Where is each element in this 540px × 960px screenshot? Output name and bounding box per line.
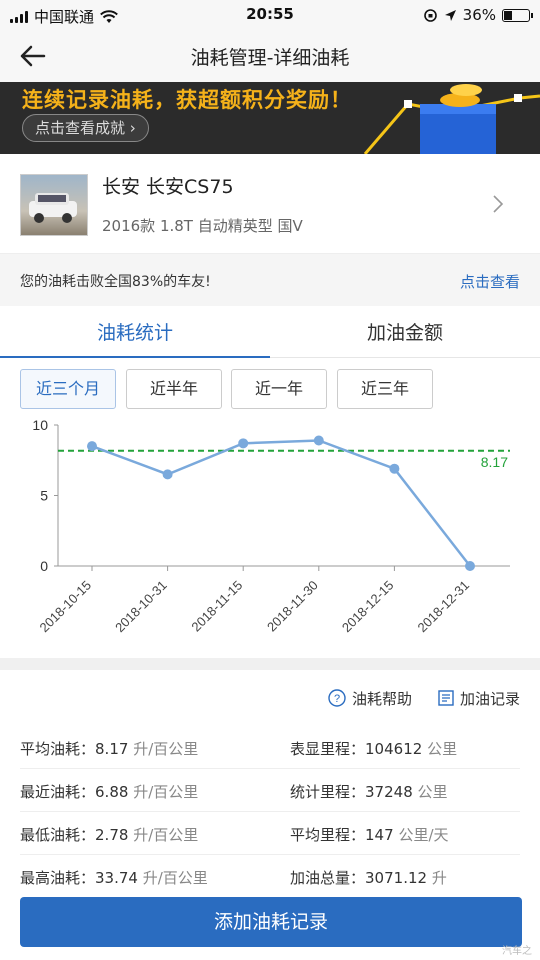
series-line <box>91 439 471 567</box>
y-tick-label: 10 <box>32 417 48 433</box>
status-bar: 中国联通 20:55 36% <box>0 0 540 30</box>
achievement-banner[interactable]: 连续记录油耗，获超额积分奖励！ 点击查看成就 › <box>0 82 540 154</box>
car-spec: 2016款 1.8T 自动精英型 国V <box>102 217 303 235</box>
tab-fuel-stats[interactable]: 油耗统计 <box>0 318 270 345</box>
section-divider <box>0 658 540 670</box>
watermark: 汽车之 <box>502 946 532 957</box>
range-3-months-button[interactable]: 近三个月 <box>20 369 116 409</box>
range-1-year-button[interactable]: 近一年 <box>231 369 327 409</box>
coins-illustration <box>363 84 540 154</box>
add-fuel-record-button[interactable]: 添加油耗记录 <box>20 897 522 947</box>
stat-label: 平均里程： <box>290 826 366 844</box>
fuel-help-label: 油耗帮助 <box>351 689 412 708</box>
stat-unit: 升/百公里 <box>142 869 208 887</box>
stat-unit: 升 <box>431 869 447 887</box>
range-6-months-button[interactable]: 近半年 <box>126 369 222 409</box>
range-3-years-button[interactable]: 近三年 <box>337 369 433 409</box>
car-model-name: 长安 长安CS75 <box>102 176 234 198</box>
data-point <box>313 435 324 446</box>
battery-icon <box>502 8 533 22</box>
stats-row: 平均油耗：8.17 升/百公里 表显里程：104612 公里 <box>20 726 520 769</box>
data-point <box>162 469 173 480</box>
status-right: 36% <box>423 6 533 24</box>
tab-bar: 油耗统计 加油金额 <box>0 306 540 358</box>
stat-unit: 公里/天 <box>398 826 449 844</box>
x-tick-label: 2018-11-15 <box>188 578 245 635</box>
view-achievements-button[interactable]: 点击查看成就 › <box>22 114 149 142</box>
fuel-consumption-chart: 10 5 0 2018-10-15 2018-10-31 2018-11-15 2018-1… <box>32 417 510 636</box>
stats-row: 最高油耗：33.74 升/百公里 加油总量：3071.12 升 <box>20 855 520 898</box>
stat-label: 表显里程： <box>290 740 366 758</box>
stat-label: 最近油耗： <box>20 783 96 801</box>
stat-label: 平均油耗： <box>20 740 96 758</box>
y-tick-label: 5 <box>40 488 48 504</box>
stat-unit: 升/百公里 <box>133 826 199 844</box>
data-point <box>465 561 475 571</box>
chevron-right-icon <box>493 195 504 213</box>
stat-unit: 公里 <box>417 783 448 801</box>
nav-bar: 油耗管理-详细油耗 <box>0 30 540 82</box>
stat-value: 33.74 <box>95 869 138 887</box>
banner-headline: 连续记录油耗，获超额积分奖励！ <box>22 88 352 112</box>
x-tick-label: 2018-10-31 <box>112 578 170 636</box>
active-tab-indicator <box>0 356 270 358</box>
help-links: ? 油耗帮助 加油记录 <box>328 686 520 710</box>
list-icon <box>438 690 454 706</box>
location-icon <box>444 9 456 21</box>
fuel-help-link[interactable]: ? 油耗帮助 <box>328 686 412 710</box>
stat-unit: 升/百公里 <box>133 740 199 758</box>
stat-value: 147 <box>365 826 394 844</box>
data-point <box>87 441 97 452</box>
orientation-lock-icon <box>423 8 437 22</box>
stats-row: 最近油耗：6.88 升/百公里 统计里程：37248 公里 <box>20 769 520 812</box>
svg-text:?: ? <box>334 693 340 705</box>
fuel-stats-table: 平均油耗：8.17 升/百公里 表显里程：104612 公里 最近油耗：6.88… <box>20 726 520 898</box>
stat-label: 统计里程： <box>290 783 366 801</box>
stat-value: 6.88 <box>95 783 129 801</box>
tab-fuel-amount[interactable]: 加油金额 <box>270 318 540 345</box>
y-tick-label: 0 <box>40 558 48 574</box>
stat-value: 37248 <box>365 783 413 801</box>
x-tick-label: 2018-12-31 <box>414 578 472 636</box>
stat-value: 8.17 <box>95 740 129 758</box>
x-tick-label: 2018-12-15 <box>339 578 397 636</box>
stat-value: 3071.12 <box>365 869 428 887</box>
page-title: 油耗管理-详细油耗 <box>190 47 350 69</box>
stat-label: 加油总量： <box>290 869 366 887</box>
car-thumbnail <box>20 174 88 236</box>
stat-value: 104612 <box>365 740 423 758</box>
data-point <box>389 463 400 474</box>
stat-unit: 公里 <box>427 740 458 758</box>
average-label: 8.17 <box>481 454 508 470</box>
data-point <box>238 438 249 449</box>
battery-percent: 36% <box>462 6 496 24</box>
fuel-records-label: 加油记录 <box>459 689 520 708</box>
chevron-right-icon: › <box>129 119 136 137</box>
car-info-card[interactable]: 长安 长安CS75 2016款 1.8T 自动精英型 国V <box>0 154 540 254</box>
ranking-text: 您的油耗击败全国83%的车友! <box>20 274 211 290</box>
ranking-link[interactable]: 点击查看 <box>460 271 520 292</box>
view-achievements-label: 点击查看成就 <box>35 119 126 137</box>
stat-label: 最低油耗： <box>20 826 96 844</box>
x-tick-label: 2018-10-15 <box>36 578 94 636</box>
stat-value: 2.78 <box>95 826 129 844</box>
stats-row: 最低油耗：2.78 升/百公里 平均里程：147 公里/天 <box>20 812 520 855</box>
fuel-records-link[interactable]: 加油记录 <box>438 686 520 710</box>
ranking-bar: 您的油耗击败全国83%的车友! 点击查看 <box>0 254 540 306</box>
question-circle-icon: ? <box>328 689 346 707</box>
stat-unit: 升/百公里 <box>133 783 199 801</box>
x-tick-label: 2018-11-30 <box>264 578 321 635</box>
stat-label: 最高油耗： <box>20 869 96 887</box>
